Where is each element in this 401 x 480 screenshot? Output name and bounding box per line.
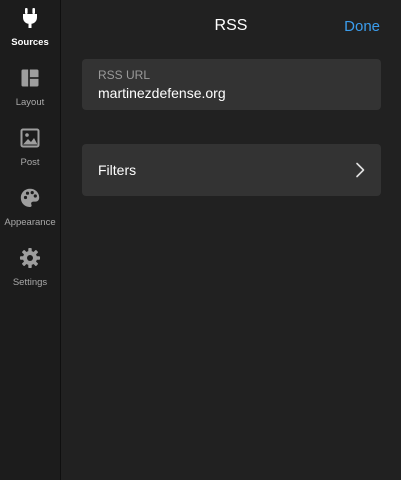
sidebar: Sources Layout Post Appearance Settings	[0, 0, 61, 480]
palette-icon	[19, 187, 41, 209]
filters-label: Filters	[98, 162, 137, 178]
rss-url-input[interactable]	[98, 85, 358, 101]
sidebar-item-sources[interactable]: Sources	[0, 5, 61, 65]
sidebar-item-post[interactable]: Post	[0, 125, 61, 185]
done-button[interactable]: Done	[344, 18, 380, 35]
sidebar-item-label: Appearance	[4, 217, 56, 228]
app-window: Sources Layout Post Appearance Settings …	[0, 0, 401, 480]
chevron-right-icon	[355, 162, 365, 178]
sidebar-item-layout[interactable]: Layout	[0, 65, 61, 125]
sidebar-item-settings[interactable]: Settings	[0, 245, 61, 305]
header: RSS Done	[61, 0, 401, 55]
main-panel: RSS Done RSS URL Filters	[61, 0, 401, 480]
sidebar-item-label: Layout	[15, 97, 45, 108]
rss-url-label: RSS URL	[98, 68, 151, 82]
sidebar-item-label: Sources	[11, 37, 49, 48]
image-icon	[19, 127, 41, 149]
plug-icon	[19, 7, 41, 29]
sidebar-item-appearance[interactable]: Appearance	[0, 185, 61, 245]
filters-row[interactable]: Filters	[82, 144, 381, 196]
sidebar-item-label: Settings	[12, 277, 48, 288]
rss-url-field[interactable]: RSS URL	[82, 59, 381, 110]
layout-icon	[19, 67, 41, 89]
sidebar-item-label: Post	[20, 157, 40, 168]
gear-icon	[19, 247, 41, 269]
